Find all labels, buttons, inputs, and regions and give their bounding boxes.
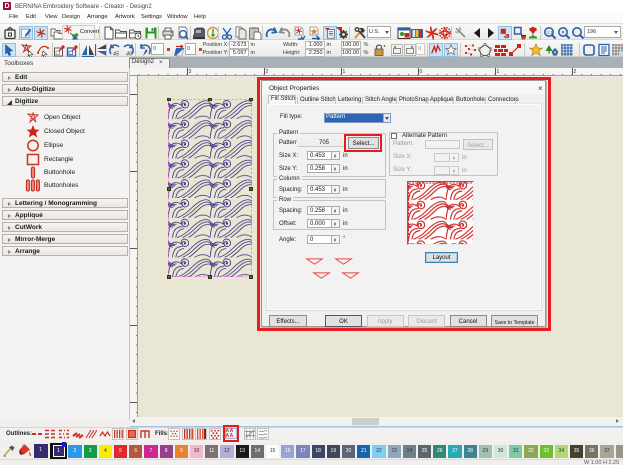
svg-text:45: 45 — [113, 51, 120, 57]
svg-text:1:1: 1:1 — [547, 30, 554, 35]
svg-text:45: 45 — [126, 51, 133, 57]
